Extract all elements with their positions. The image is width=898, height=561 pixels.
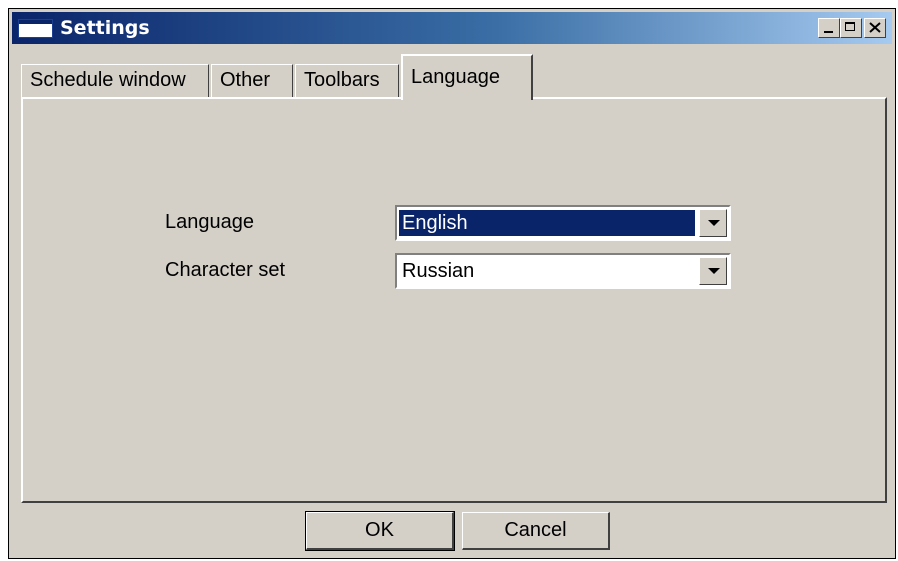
cancel-button[interactable]: Cancel xyxy=(462,512,610,550)
charset-select[interactable]: Russian xyxy=(395,253,731,289)
language-label: Language xyxy=(165,211,254,233)
chevron-down-icon[interactable] xyxy=(699,257,727,285)
language-select[interactable]: English xyxy=(395,205,731,241)
tab-toolbars[interactable]: Toolbars xyxy=(295,64,399,98)
minimize-button[interactable] xyxy=(818,18,840,38)
window-title: Settings xyxy=(60,17,150,39)
tab-other[interactable]: Other xyxy=(211,64,293,98)
charset-select-value: Russian xyxy=(402,260,475,282)
charset-label: Character set xyxy=(165,259,286,281)
title-bar[interactable]: Settings xyxy=(12,12,892,44)
language-panel: Language English Character set Russian xyxy=(21,97,887,503)
tab-schedule-window[interactable]: Schedule window xyxy=(21,64,209,98)
close-icon xyxy=(869,22,881,33)
close-button[interactable] xyxy=(864,18,886,38)
tab-language[interactable]: Language xyxy=(401,54,533,100)
window-icon xyxy=(18,19,53,38)
language-select-value: English xyxy=(398,209,696,237)
chevron-down-icon[interactable] xyxy=(699,209,727,237)
maximize-button[interactable] xyxy=(840,18,862,38)
settings-window: Settings Schedule window Other Toolbars … xyxy=(8,8,896,559)
ok-button[interactable]: OK xyxy=(305,511,455,551)
